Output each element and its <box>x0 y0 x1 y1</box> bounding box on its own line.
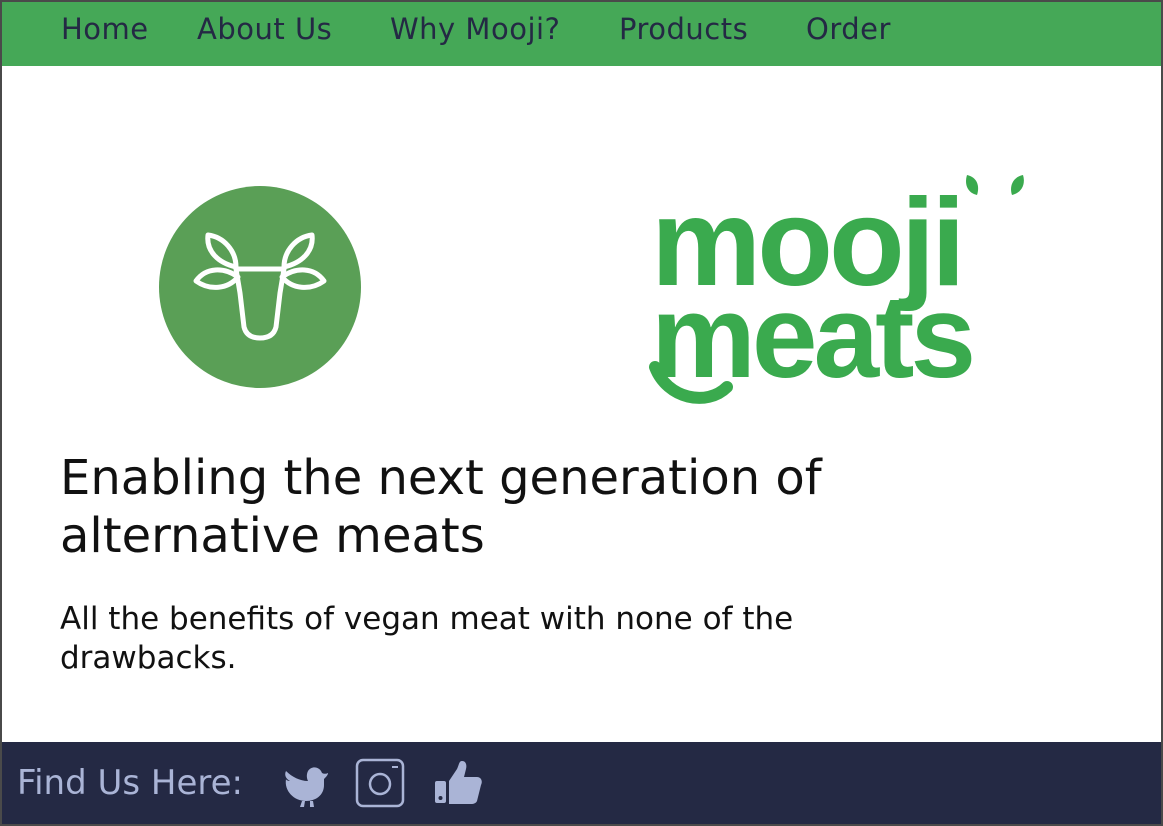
mooji-meats-logo: mooji meats <box>649 174 1024 404</box>
nav-link-about-us[interactable]: About Us <box>197 12 332 46</box>
twitter-bird-icon[interactable] <box>280 757 332 809</box>
nav-link-products[interactable]: Products <box>619 12 748 46</box>
footer-find-us-label: Find Us Here: <box>17 763 243 803</box>
svg-text:meats: meats <box>651 271 972 403</box>
hero-subheadline: All the benefits of vegan meat with none… <box>60 601 794 676</box>
top-navigation-bar: Home About Us Why Mooji? Products Order <box>2 2 1161 66</box>
nav-link-order[interactable]: Order <box>806 12 891 46</box>
facebook-like-icon[interactable] <box>431 757 483 809</box>
hero-headline: Enabling the next generation of alternat… <box>60 450 822 564</box>
instagram-icon[interactable] <box>354 757 406 809</box>
nav-link-home[interactable]: Home <box>61 12 149 46</box>
footer-bar: Find Us Here: <box>2 742 1161 824</box>
nav-link-why-mooji[interactable]: Why Mooji? <box>390 12 560 46</box>
cow-head-icon <box>159 186 361 388</box>
page-frame: Home About Us Why Mooji? Products Order … <box>0 0 1163 826</box>
